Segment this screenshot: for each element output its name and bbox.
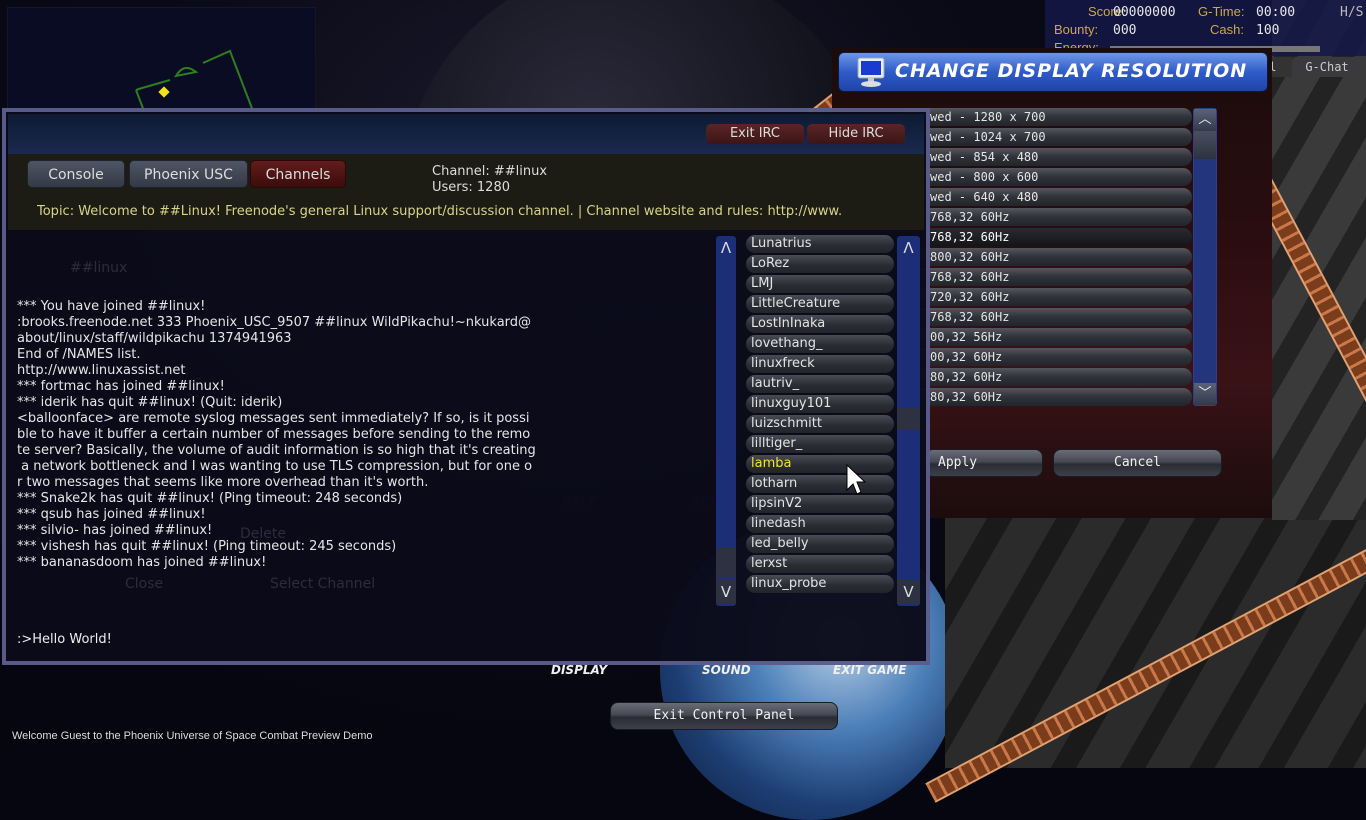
user-list-item[interactable]: LMJ	[746, 275, 894, 293]
resolution-option[interactable]: 800,32 60Hz	[900, 248, 1192, 266]
resolution-option[interactable]: wed - 1280 x 700	[900, 108, 1192, 126]
user-list-item[interactable]: lotharn	[746, 475, 894, 493]
resolution-option[interactable]: 80,32 60Hz	[900, 388, 1192, 406]
resolution-option[interactable]: 80,32 60Hz	[900, 368, 1192, 386]
welcome-message: Welcome Guest to the Phoenix Universe of…	[12, 730, 373, 742]
chat-message: :brooks.freenode.net 333 Phoenix_USC_950…	[17, 315, 532, 330]
resolution-option[interactable]: 00,32 60Hz	[900, 348, 1192, 366]
energy-label: Energy:	[1054, 40, 1099, 48]
monitor-icon	[857, 57, 885, 87]
chat-message: *** silvio- has joined ##linux!	[17, 523, 213, 538]
user-list-item[interactable]: lilltiger_	[746, 435, 894, 453]
user-list-item[interactable]: lamba	[746, 455, 894, 473]
mouse-cursor-icon	[846, 464, 867, 495]
user-list-scrollbar[interactable]: Λ V	[897, 236, 920, 606]
bounty-label: Bounty:	[1054, 22, 1099, 37]
chat-message: *** qsub has joined ##linux!	[17, 507, 206, 522]
sound-label[interactable]: SOUND	[702, 663, 751, 677]
chat-input[interactable]: :>Hello World!	[17, 632, 112, 647]
resolution-option[interactable]: 768,32 60Hz	[900, 228, 1192, 246]
resolution-option[interactable]: 768,32 60Hz	[900, 208, 1192, 226]
resolution-option[interactable]: wed - 640 x 480	[900, 188, 1192, 206]
resolution-option[interactable]: wed - 800 x 600	[900, 168, 1192, 186]
resolution-scrollbar[interactable]: ︿ ﹀	[1193, 108, 1217, 406]
user-list-item[interactable]: LostInInaka	[746, 315, 894, 333]
resolution-option[interactable]: 768,32 60Hz	[900, 308, 1192, 326]
display-label[interactable]: DISPLAY	[551, 663, 607, 677]
bounty-value: 000	[1113, 23, 1137, 38]
scroll-up-icon[interactable]: ︿	[1194, 109, 1216, 131]
gtime-label: G-Time:	[1198, 4, 1245, 19]
chat-message: a network bottleneck and I was wanting t…	[17, 459, 533, 474]
tab-console[interactable]: Console	[27, 160, 125, 188]
apply-button[interactable]: Apply	[925, 449, 1043, 477]
hide-irc-button[interactable]: Hide IRC	[807, 124, 905, 144]
channel-topic: Topic: Welcome to ##Linux! Freenode's ge…	[37, 204, 843, 219]
ghost-channel-field: ##linux	[70, 260, 128, 276]
user-list-item[interactable]: linux_probe	[746, 575, 894, 593]
user-list-item[interactable]: LittleCreature	[746, 295, 894, 313]
tab-phoenix-usc[interactable]: Phoenix USC	[129, 160, 248, 188]
resolution-option[interactable]: wed - 1024 x 700	[900, 128, 1192, 146]
user-list-item[interactable]: luizschmitt	[746, 415, 894, 433]
user-scroll-up-icon[interactable]: Λ	[897, 236, 920, 260]
metal-grid-background-right	[1272, 0, 1366, 520]
ghost-select-channel-button: Select Channel	[270, 576, 376, 592]
user-count: Users: 1280	[432, 180, 510, 195]
cash-label: Cash:	[1210, 22, 1244, 37]
metal-grid-background	[945, 515, 1366, 768]
user-list-item[interactable]: linuxguy101	[746, 395, 894, 413]
chat-message: *** iderik has quit ##linux! (Quit: ider…	[17, 395, 283, 410]
user-list-item[interactable]: lerxst	[746, 555, 894, 573]
user-list-item[interactable]: lovethang_	[746, 335, 894, 353]
cancel-button[interactable]: Cancel	[1053, 449, 1222, 477]
chat-message: *** You have joined ##linux!	[17, 299, 206, 314]
chat-message: *** Snake2k has quit ##linux! (Ping time…	[17, 491, 403, 506]
user-scroll-down-icon[interactable]: V	[897, 580, 920, 604]
user-list-item[interactable]: linedash	[746, 515, 894, 533]
chat-message: *** vishesh has quit ##linux! (Ping time…	[17, 539, 397, 554]
user-list-item[interactable]: LoRez	[746, 255, 894, 273]
user-list-item[interactable]: linuxfreck	[746, 355, 894, 373]
scroll-thumb[interactable]	[1194, 131, 1216, 159]
scroll-down-icon[interactable]: ﹀	[1194, 383, 1216, 405]
ghost-close-button: Close	[125, 576, 164, 592]
exit-irc-button[interactable]: Exit IRC	[706, 124, 804, 144]
chat-message: about/linux/staff/wildpikachu 1374941963	[17, 331, 292, 346]
resolution-option[interactable]: 720,32 60Hz	[900, 288, 1192, 306]
user-list-item[interactable]: lipsinV2	[746, 495, 894, 513]
channel-info: Channel: ##linux Users: 1280	[432, 164, 547, 196]
resolution-option[interactable]: 00,32 56Hz	[900, 328, 1192, 346]
chat-message: *** bananasdoom has joined ##linux!	[17, 555, 267, 570]
chat-message: End of /NAMES list.	[17, 347, 141, 362]
exit-game-label[interactable]: EXIT GAME	[833, 663, 907, 677]
chat-message: <balloonface> are remote syslog messages…	[17, 411, 530, 426]
hud-tab-gchat[interactable]: G-Chat	[1292, 57, 1362, 77]
gtime-value: 00:00	[1256, 5, 1296, 20]
cash-value: 100	[1256, 23, 1280, 38]
chat-message: te server? Basically, the volume of audi…	[17, 443, 536, 458]
chat-log: *** You have joined ##linux!:brooks.free…	[17, 299, 597, 571]
user-list-item[interactable]: lautriv_	[746, 375, 894, 393]
dialog-title: CHANGE DISPLAY RESOLUTION	[895, 60, 1248, 82]
resolution-option[interactable]: wed - 854 x 480	[900, 148, 1192, 166]
exit-control-panel-button[interactable]: Exit Control Panel	[610, 702, 838, 730]
chat-scrollbar[interactable]: Λ V	[716, 236, 736, 606]
channel-name: Channel: ##linux	[432, 164, 548, 179]
chat-message: ble to have it buffer a certain number o…	[17, 427, 531, 442]
chat-message: *** fortmac has joined ##linux!	[17, 379, 225, 394]
user-list-item[interactable]: led_belly	[746, 535, 894, 553]
hs-label: H/S	[1340, 5, 1364, 20]
user-list-item[interactable]: Lunatrius	[746, 235, 894, 253]
tab-channels[interactable]: Channels	[250, 160, 346, 188]
chat-scroll-up-icon[interactable]: Λ	[716, 236, 736, 260]
score-value: 00000000	[1113, 5, 1176, 20]
chat-message: http://www.linuxassist.net	[17, 363, 186, 378]
chat-message: r two messages that seems like more over…	[17, 475, 429, 490]
chat-scroll-down-icon[interactable]: V	[716, 580, 736, 604]
resolution-option[interactable]: 768,32 60Hz	[900, 268, 1192, 286]
user-scroll-thumb[interactable]	[897, 408, 920, 430]
chat-scroll-thumb[interactable]	[716, 548, 736, 578]
